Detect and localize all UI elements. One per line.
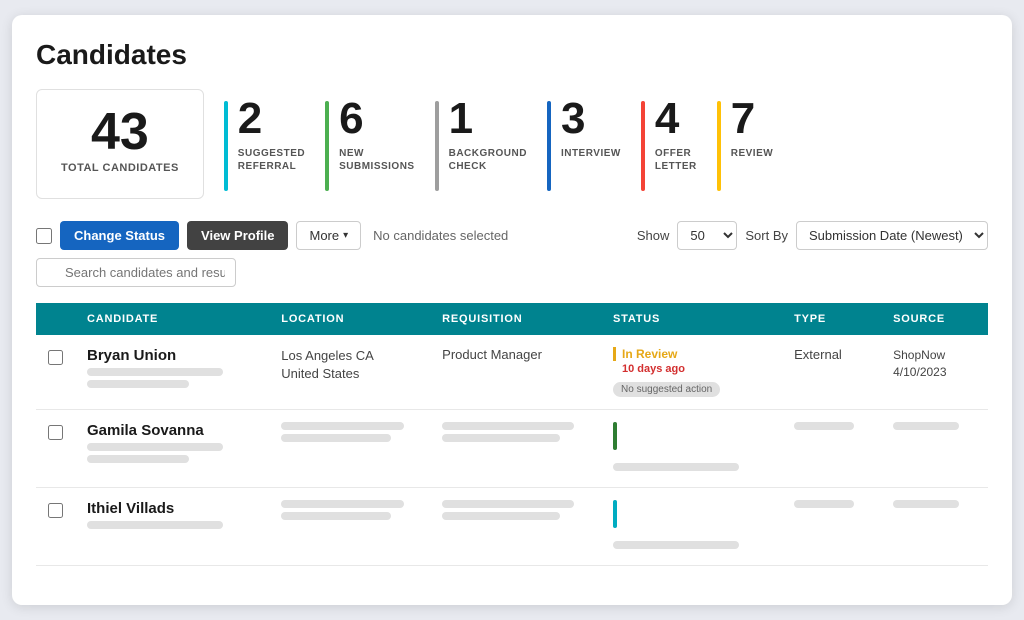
toolbar: Change Status View Profile More No candi… [36, 221, 988, 287]
skeleton-source-2 [893, 422, 959, 430]
table-header-row: CANDIDATE LOCATION REQUISITION STATUS TY… [36, 303, 988, 335]
candidate-name-2: Gamila Sovanna [87, 422, 257, 439]
skeleton-2a [87, 443, 223, 451]
stat-new-submissions: 6 NEWSUBMISSIONS [325, 89, 435, 199]
th-candidate: CANDIDATE [75, 303, 269, 335]
stats-row: 43 TOTAL CANDIDATES 2 SUGGESTEDREFERRAL … [36, 89, 988, 199]
th-checkbox [36, 303, 75, 335]
skeleton-source-3 [893, 500, 959, 508]
stat-offer-letter: 4 OFFERLETTER [641, 89, 717, 199]
status-bar-teal-3 [613, 500, 617, 528]
no-selected-text: No candidates selected [373, 228, 508, 243]
skeleton-req-3a [442, 500, 574, 508]
stat-label-review: REVIEW [731, 147, 773, 160]
stat-background-check: 1 BACKGROUNDCHECK [435, 89, 547, 199]
th-type: TYPE [782, 303, 881, 335]
stat-bar-submissions [325, 101, 329, 191]
stat-number-interview: 3 [561, 97, 621, 141]
th-requisition: REQUISITION [430, 303, 601, 335]
skeleton-loc-2a [281, 422, 404, 430]
stat-interview: 3 INTERVIEW [547, 89, 641, 199]
type-1: External [794, 347, 869, 362]
status-badge-1: No suggested action [613, 382, 720, 397]
view-profile-button[interactable]: View Profile [187, 221, 288, 250]
skeleton-req-3b [442, 512, 559, 520]
th-source: SOURCE [881, 303, 988, 335]
stat-bar-review [717, 101, 721, 191]
stat-total: 43 TOTAL CANDIDATES [36, 89, 204, 199]
more-button[interactable]: More [296, 221, 361, 250]
page-title: Candidates [36, 39, 988, 71]
skeleton-loc-3b [281, 512, 391, 520]
th-status: STATUS [601, 303, 782, 335]
stat-review: 7 REVIEW [717, 89, 793, 199]
stat-suggested-referral: 2 SUGGESTEDREFERRAL [224, 89, 325, 199]
status-label-1: In Review [613, 347, 770, 361]
stat-label-bgcheck: BACKGROUNDCHECK [449, 147, 527, 173]
stat-number-offer: 4 [655, 97, 697, 141]
select-all-checkbox[interactable] [36, 228, 52, 244]
stat-total-label: TOTAL CANDIDATES [61, 162, 179, 174]
search-input[interactable] [36, 258, 236, 287]
show-label: Show [637, 228, 670, 243]
row-checkbox-3[interactable] [48, 503, 63, 518]
status-days-1: 10 days ago [613, 363, 770, 375]
skeleton-status-3 [613, 541, 739, 549]
candidate-name-3: Ithiel Villads [87, 500, 257, 517]
skeleton-loc-3a [281, 500, 404, 508]
main-container: Candidates 43 TOTAL CANDIDATES 2 SUGGEST… [12, 15, 1012, 605]
change-status-button[interactable]: Change Status [60, 221, 179, 250]
location-1: Los Angeles CAUnited States [281, 347, 418, 383]
stat-bar-interview [547, 101, 551, 191]
candidates-table: CANDIDATE LOCATION REQUISITION STATUS TY… [36, 303, 988, 566]
stat-number-review: 7 [731, 97, 773, 141]
row-checkbox-2[interactable] [48, 425, 63, 440]
skeleton-2b [87, 455, 189, 463]
requisition-1: Product Manager [442, 347, 589, 362]
table-row: Gamila Sovanna [36, 410, 988, 488]
stat-label-submissions: NEWSUBMISSIONS [339, 147, 415, 173]
skeleton-status-2 [613, 463, 739, 471]
stat-bar-referral [224, 101, 228, 191]
sort-select[interactable]: Submission Date (Newest) Submission Date… [796, 221, 988, 250]
stat-bar-offer [641, 101, 645, 191]
table-row: Bryan Union Los Angeles CAUnited States … [36, 335, 988, 410]
stat-total-number: 43 [91, 106, 149, 158]
skeleton-loc-2b [281, 434, 391, 442]
show-select[interactable]: 50 25 100 [677, 221, 737, 250]
search-wrapper: 🔍 [36, 258, 236, 287]
stat-number-referral: 2 [238, 97, 305, 141]
th-location: LOCATION [269, 303, 430, 335]
stat-bar-bgcheck [435, 101, 439, 191]
skeleton-3a [87, 521, 223, 529]
skeleton-req-2a [442, 422, 574, 430]
sort-label: Sort By [745, 228, 788, 243]
source-1: ShopNow4/10/2023 [893, 347, 976, 381]
stat-label-interview: INTERVIEW [561, 147, 621, 160]
status-bar-green-2 [613, 422, 617, 450]
skeleton-1b [87, 380, 189, 388]
skeleton-type-3 [794, 500, 854, 508]
stat-label-referral: SUGGESTEDREFERRAL [238, 147, 305, 173]
stat-number-submissions: 6 [339, 97, 415, 141]
skeleton-1a [87, 368, 223, 376]
skeleton-type-2 [794, 422, 854, 430]
candidate-name-1: Bryan Union [87, 347, 257, 364]
stat-number-bgcheck: 1 [449, 97, 527, 141]
row-checkbox-1[interactable] [48, 350, 63, 365]
stat-label-offer: OFFERLETTER [655, 147, 697, 173]
skeleton-req-2b [442, 434, 559, 442]
table-row: Ithiel Villads [36, 488, 988, 566]
